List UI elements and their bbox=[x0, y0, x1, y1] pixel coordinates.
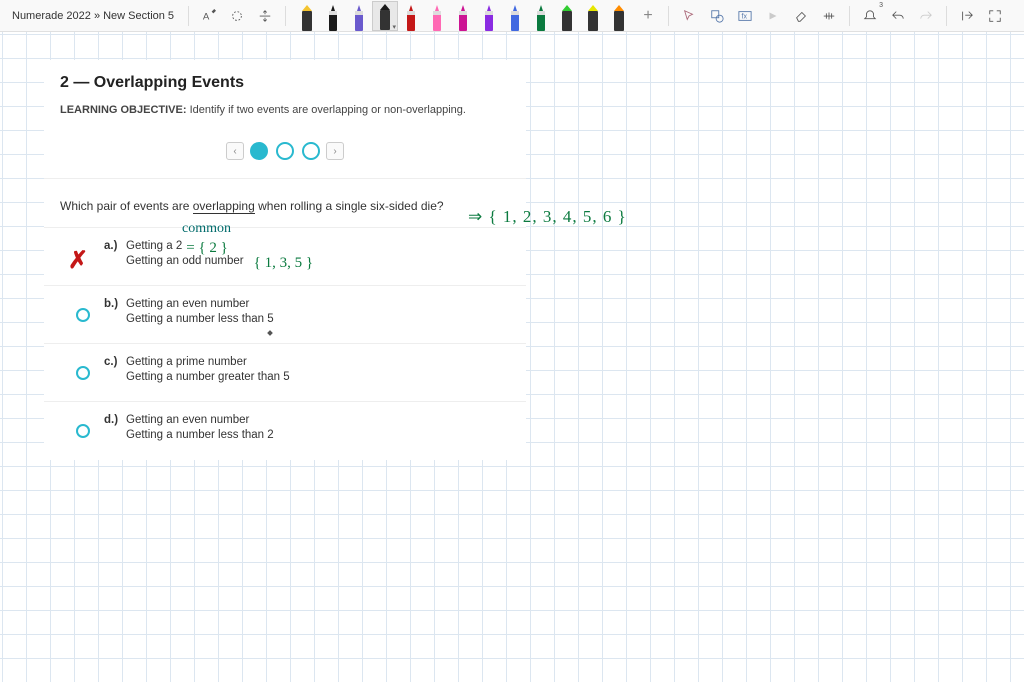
share-icon[interactable] bbox=[955, 4, 979, 28]
ink-to-shape-icon[interactable] bbox=[705, 4, 729, 28]
svg-text:fx: fx bbox=[742, 13, 748, 20]
pager: ‹ › bbox=[44, 126, 526, 179]
pager-prev[interactable]: ‹ bbox=[226, 142, 244, 160]
ink-to-math-icon[interactable]: fx bbox=[733, 4, 757, 28]
option-b[interactable]: b.)Getting an even numberGetting a numbe… bbox=[44, 286, 526, 344]
pen-palette: ▾ bbox=[294, 1, 632, 31]
pen-8[interactable] bbox=[502, 1, 528, 31]
pen-4[interactable] bbox=[398, 1, 424, 31]
question-text: Which pair of events are overlapping whe… bbox=[44, 179, 526, 228]
pen-2[interactable] bbox=[346, 1, 372, 31]
text-tool-icon[interactable]: A bbox=[197, 4, 221, 28]
pen-1[interactable] bbox=[320, 1, 346, 31]
x-mark-icon: ✗ bbox=[68, 246, 88, 275]
pen-3[interactable]: ▾ bbox=[372, 1, 398, 31]
svg-text:A: A bbox=[203, 11, 210, 22]
separator bbox=[946, 6, 947, 26]
pager-dot-3[interactable] bbox=[302, 142, 320, 160]
lasso-icon[interactable] bbox=[225, 4, 249, 28]
fullscreen-icon[interactable] bbox=[983, 4, 1007, 28]
separator bbox=[849, 6, 850, 26]
ink-replay-icon[interactable] bbox=[761, 4, 785, 28]
option-c[interactable]: c.)Getting a prime numberGetting a numbe… bbox=[44, 344, 526, 402]
pen-7[interactable] bbox=[476, 1, 502, 31]
pen-11[interactable] bbox=[580, 1, 606, 31]
canvas[interactable]: 2 — Overlapping Events LEARNING OBJECTIV… bbox=[0, 32, 1024, 682]
insert-space-icon[interactable] bbox=[253, 4, 277, 28]
breadcrumb[interactable]: Numerade 2022 » New Section 5 bbox=[6, 10, 180, 22]
options-list: ✗a.)Getting a 2 = { 2 }Getting an odd nu… bbox=[44, 228, 526, 460]
pen-5[interactable] bbox=[424, 1, 450, 31]
card-title: 2 — Overlapping Events bbox=[60, 74, 510, 92]
option-a[interactable]: ✗a.)Getting a 2 = { 2 }Getting an odd nu… bbox=[44, 228, 526, 286]
question-card: 2 — Overlapping Events LEARNING OBJECTIV… bbox=[44, 60, 526, 460]
radio-button[interactable] bbox=[76, 366, 90, 380]
radio-button[interactable] bbox=[76, 424, 90, 438]
pen-0[interactable] bbox=[294, 1, 320, 31]
toolbar: Numerade 2022 » New Section 5 A ▾ + fx 3 bbox=[0, 0, 1024, 32]
pager-next[interactable]: › bbox=[326, 142, 344, 160]
pen-12[interactable] bbox=[606, 1, 632, 31]
add-pen-icon[interactable]: + bbox=[636, 4, 660, 28]
separator bbox=[285, 6, 286, 26]
undo-icon[interactable] bbox=[886, 4, 910, 28]
pager-dot-1[interactable] bbox=[250, 142, 268, 160]
notifications-icon[interactable]: 3 bbox=[858, 4, 882, 28]
ruler-icon[interactable] bbox=[817, 4, 841, 28]
pen-10[interactable] bbox=[554, 1, 580, 31]
learning-objective: LEARNING OBJECTIVE: Identify if two even… bbox=[60, 104, 510, 116]
pen-6[interactable] bbox=[450, 1, 476, 31]
radio-button[interactable] bbox=[76, 308, 90, 322]
eraser-icon[interactable] bbox=[789, 4, 813, 28]
redo-icon[interactable] bbox=[914, 4, 938, 28]
separator bbox=[668, 6, 669, 26]
pager-dot-2[interactable] bbox=[276, 142, 294, 160]
pen-9[interactable] bbox=[528, 1, 554, 31]
option-d[interactable]: d.)Getting an even numberGetting a numbe… bbox=[44, 402, 526, 460]
pointer-icon[interactable] bbox=[677, 4, 701, 28]
separator bbox=[188, 6, 189, 26]
